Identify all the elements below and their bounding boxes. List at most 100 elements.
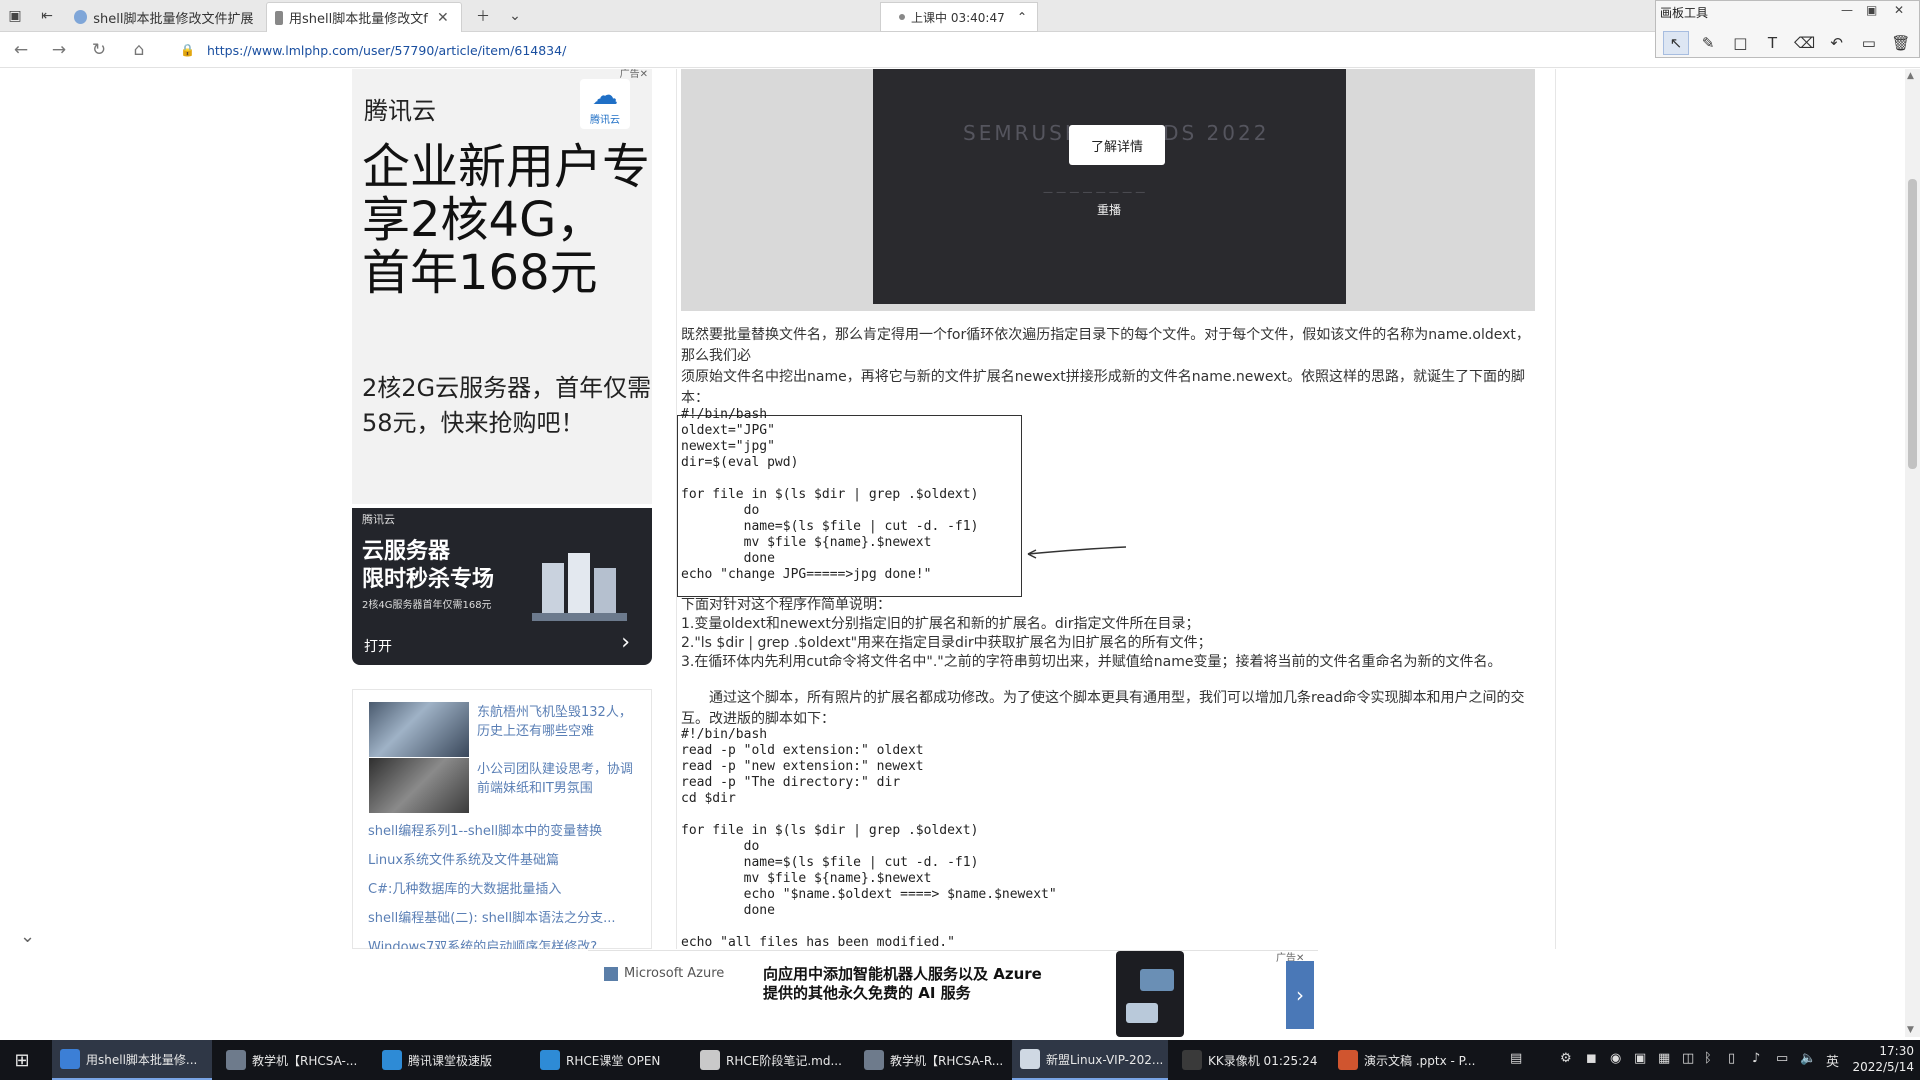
related-item-link[interactable]: 小公司团队建设思考，协调前端妹纸和IT男氛围 xyxy=(477,760,642,798)
tray-app-icon[interactable]: ▣ xyxy=(1634,1051,1646,1066)
bluetooth-icon[interactable]: ᛒ xyxy=(1704,1051,1712,1066)
ad2-logo: 腾讯云 xyxy=(362,513,395,526)
ad2-open-button[interactable]: 打开 xyxy=(364,636,392,656)
taskbar-item[interactable]: RHCE阶段笔记.md... xyxy=(692,1040,848,1080)
app-icon xyxy=(1182,1050,1202,1070)
pointer-icon[interactable]: ↖ xyxy=(1663,31,1690,55)
related-link[interactable]: shell编程系列1--shell脚本中的变量替换 xyxy=(368,820,602,839)
replay-button[interactable]: 重播 xyxy=(1097,201,1121,218)
scrollbar-thumb[interactable] xyxy=(1908,179,1917,469)
video-ad-player[interactable]: SEMRUSH AWARDS 2022 — — — — — — — — 了解详情… xyxy=(681,69,1535,311)
related-link[interactable]: Linux系统文件系统及文件基础篇 xyxy=(368,849,559,868)
forward-icon[interactable]: → xyxy=(46,38,72,62)
chevron-down-icon[interactable]: ⌄ xyxy=(20,926,35,947)
eraser-icon[interactable]: ⌫ xyxy=(1792,31,1818,55)
taskbar-item[interactable]: KK录像机 01:25:24 xyxy=(1174,1040,1324,1080)
tray-app-icon[interactable]: ◉ xyxy=(1610,1051,1621,1066)
drawing-tool-panel: 画板工具 — ▣ ✕ ↖ ✎ □ T ⌫ ↶ ▭ 🗑 xyxy=(1655,0,1920,58)
learn-more-button[interactable]: 了解详情 xyxy=(1069,125,1165,165)
url-text: https://www.lmlphp.com/user/57790/articl… xyxy=(206,42,567,58)
taskbar-item[interactable]: 教学机【RHCSA-... xyxy=(218,1040,368,1080)
taskbar-item-label: 教学机【RHCSA-R... xyxy=(890,1053,1004,1068)
tray-app-icon[interactable]: ◼ xyxy=(1586,1051,1597,1066)
taskbar-item[interactable]: 腾讯课堂极速版 xyxy=(374,1040,524,1080)
cloud-server-ad[interactable]: 腾讯云 云服务器 限时秒杀专场 2核4G服务器首年仅需168元 打开 › xyxy=(352,508,652,665)
app-icon xyxy=(864,1050,884,1070)
windows-start-icon[interactable]: ⊞ xyxy=(0,1040,44,1080)
related-thumbnail[interactable] xyxy=(369,758,469,813)
text-icon[interactable]: T xyxy=(1759,31,1785,55)
tencent-cloud-ad[interactable]: 广告✕ 腾讯云 ☁ 腾讯云 企业新用户专享2核4G，首年168元 2核2G云服务… xyxy=(352,69,652,504)
close-tab-icon[interactable]: ✕ xyxy=(437,10,449,26)
restore-icon[interactable]: ▣ xyxy=(1866,3,1877,17)
ime-indicator[interactable]: 英 xyxy=(1826,1051,1839,1070)
home-icon[interactable]: ⌂ xyxy=(126,38,152,62)
tab-shell-extension[interactable]: shell脚本批量修改文件扩展 xyxy=(66,2,262,32)
taskbar-item[interactable]: 教学机【RHCSA-R... xyxy=(856,1040,1006,1080)
site-favicon-icon xyxy=(74,10,88,24)
pen-icon[interactable]: ✎ xyxy=(1695,31,1721,55)
page-content: 广告✕ 腾讯云 ☁ 腾讯云 企业新用户专享2核4G，首年168元 2核2G云服务… xyxy=(0,69,1905,949)
article-paragraph: 既然要批量替换文件名，那么肯定得用一个for循环依次遍历指定目录下的每个文件。对… xyxy=(681,327,1530,364)
plus-icon[interactable]: ＋ xyxy=(470,4,496,28)
tray-app-icon[interactable]: ⚙ xyxy=(1560,1051,1572,1066)
taskbar-item-label: KK录像机 01:25:24 xyxy=(1208,1053,1318,1068)
drawing-tool-title: 画板工具 xyxy=(1660,6,1709,20)
recording-status[interactable]: 上课中 03:40:47 ⌃ xyxy=(880,2,1038,32)
chevron-right-icon[interactable]: › xyxy=(1286,961,1314,1029)
chevron-down-icon[interactable]: ⌄ xyxy=(502,4,528,28)
minimize-icon[interactable]: — xyxy=(1841,3,1853,17)
address-bar[interactable]: 🔒 https://www.lmlphp.com/user/57790/arti… xyxy=(180,38,1650,62)
taskbar-item[interactable]: 用shell脚本批量修... xyxy=(52,1040,212,1080)
network-icon[interactable]: ▭ xyxy=(1776,1051,1788,1066)
azure-bottom-ad[interactable]: Microsoft Azure 向应用中添加智能机器人服务以及 Azure 提供… xyxy=(588,950,1318,1038)
related-item-link[interactable]: 东航梧州飞机坠毁132人，历史上还有哪些空难 xyxy=(477,703,642,741)
taskbar-item[interactable]: 演示文稿 .pptx - P... xyxy=(1330,1040,1490,1080)
related-link[interactable]: shell编程基础(二): shell脚本语法之分支... xyxy=(368,907,616,926)
article-paragraph: 下面对针对这个程序作简单说明： xyxy=(681,597,891,613)
record-dot-icon xyxy=(899,14,905,20)
taskbar-item[interactable]: 新盟Linux-VIP-202... xyxy=(1012,1040,1168,1080)
battery-icon[interactable]: ▯ xyxy=(1728,1051,1735,1066)
trash-icon[interactable]: 🗑 xyxy=(1888,31,1914,55)
taskbar-item-label: 用shell脚本批量修... xyxy=(86,1052,198,1067)
chevron-up-icon[interactable]: ⌃ xyxy=(1017,10,1027,24)
vertical-scrollbar[interactable]: ▲ ▼ xyxy=(1905,69,1920,1037)
reload-icon[interactable]: ↻ xyxy=(86,38,112,62)
code-block-2: #!/bin/bash read -p "old extension:" old… xyxy=(681,727,1057,949)
scroll-up-icon[interactable]: ▲ xyxy=(1907,71,1914,81)
ad-image xyxy=(1116,951,1184,1037)
close-icon[interactable]: ✕ xyxy=(1894,3,1904,17)
navigation-bar: ← → ↻ ⌂ 🔒 https://www.lmlphp.com/user/57… xyxy=(0,32,1920,68)
back-icon[interactable]: ← xyxy=(8,38,34,62)
taskbar-item[interactable]: RHCE课堂 OPEN xyxy=(532,1040,682,1080)
workspaces-icon[interactable]: ▣ xyxy=(2,4,28,28)
related-thumbnail[interactable] xyxy=(369,702,469,757)
tencent-cloud-logo: ☁ 腾讯云 xyxy=(580,79,630,129)
tray-app-icon[interactable]: ◫ xyxy=(1682,1051,1694,1066)
related-link[interactable]: Windows7双系统的启动顺序怎样修改? xyxy=(368,936,597,949)
tab-actions-icon[interactable]: ⇤ xyxy=(34,4,60,28)
chevron-right-icon[interactable]: › xyxy=(621,630,630,655)
app-icon xyxy=(1020,1049,1040,1069)
scroll-down-icon[interactable]: ▼ xyxy=(1907,1025,1914,1035)
rect-icon[interactable]: □ xyxy=(1727,31,1753,55)
app-icon xyxy=(540,1050,560,1070)
taskbar-item-label: RHCE课堂 OPEN xyxy=(566,1053,661,1068)
system-clock[interactable]: 17:30 2022/5/14 xyxy=(1852,1043,1914,1075)
tab-active-article[interactable]: 用shell脚本批量修改文f ✕ xyxy=(266,2,462,32)
app-icon xyxy=(60,1049,80,1069)
related-link[interactable]: C#:几种数据库的大数据批量插入 xyxy=(368,878,561,897)
undo-icon[interactable]: ↶ xyxy=(1824,31,1850,55)
ad2-desc: 2核4G服务器首年仅需168元 xyxy=(362,600,492,611)
article-paragraph: 通过这个脚本，所有照片的扩展名都成功修改。为了使这个脚本更具有通用型，我们可以增… xyxy=(681,690,1525,727)
taskbar-item-label: 新盟Linux-VIP-202... xyxy=(1046,1052,1164,1067)
microphone-icon[interactable]: ♪ xyxy=(1752,1051,1760,1066)
app-icon xyxy=(226,1050,246,1070)
tray-app-icon[interactable]: ▦ xyxy=(1658,1051,1670,1066)
volume-icon[interactable]: 🔈 xyxy=(1800,1051,1816,1066)
article-paragraph: 2."ls $dir | grep .$oldext"用来在指定目录dir中获取… xyxy=(681,635,1212,651)
notification-icon[interactable]: ▤ xyxy=(1510,1051,1522,1066)
screen-icon[interactable]: ▭ xyxy=(1856,31,1882,55)
ad-headline: 企业新用户专享2核4G，首年168元 xyxy=(362,139,651,301)
